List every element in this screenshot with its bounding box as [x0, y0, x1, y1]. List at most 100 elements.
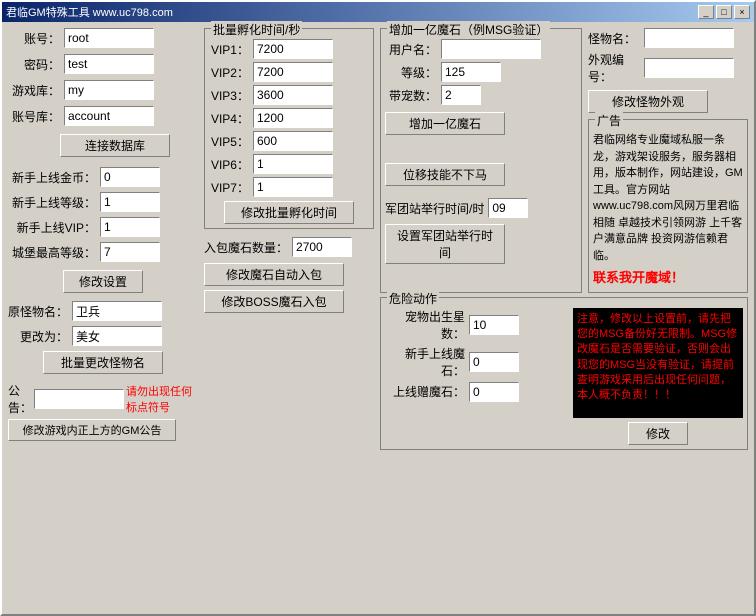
- batch-change-monster-button[interactable]: 批量更改怪物名: [43, 351, 163, 374]
- newplayer-magic-input[interactable]: [469, 352, 519, 372]
- vip5-row: VIP5：: [209, 131, 369, 151]
- right-side: 怪物名： 外观编号： 修改怪物外观 广告 君临网络专业魔域私服一条龙，游戏架设服…: [588, 28, 748, 293]
- window-controls: _ □ ×: [698, 5, 750, 19]
- change-to-row: 更改为：: [8, 326, 198, 346]
- online-gift-row: 上线赠魔石：: [385, 382, 567, 402]
- newplayer-vip-label: 新手上线VIP：: [8, 219, 96, 236]
- warning-box: 注意，修改以上设置前，请先把您的MSG备份好无限制。MSG修改魔石是否需要验证，…: [573, 308, 743, 418]
- modify-settings-button[interactable]: 修改设置: [63, 270, 143, 293]
- password-row: 密码：: [8, 54, 198, 74]
- accountdb-row: 账号库：: [8, 106, 198, 126]
- account-label: 账号：: [8, 30, 60, 47]
- vip2-input[interactable]: [253, 62, 333, 82]
- pet-count-row: 带宠数：: [385, 85, 577, 105]
- announcement-section: 公告： 请勿出现任何标点符号 修改游戏内正上方的GM公告: [8, 382, 198, 441]
- online-gift-input[interactable]: [469, 382, 519, 402]
- modify-announcement-button[interactable]: 修改游戏内正上方的GM公告: [8, 419, 176, 441]
- danger-box: 危险动作 宠物出生星数： 新手上线魔石： 上线赠魔石：: [380, 297, 748, 450]
- modify-magic-auto-button[interactable]: 修改魔石自动入包: [204, 263, 344, 286]
- left-column: 账号： 密码： 游戏库： 账号库： 连接数据库 新手上线金币：: [8, 28, 198, 608]
- vip4-row: VIP4：: [209, 108, 369, 128]
- level-label: 等级：: [385, 64, 437, 81]
- vip6-input[interactable]: [253, 154, 333, 174]
- vip1-label: VIP1：: [209, 41, 249, 58]
- external-code-row: 外观编号：: [588, 51, 748, 85]
- gamedb-input[interactable]: [64, 80, 154, 100]
- newplayer-magic-label: 新手上线魔石：: [385, 345, 465, 379]
- newplayer-vip-input[interactable]: [100, 217, 160, 237]
- danger-title: 危险动作: [387, 290, 439, 307]
- window-title: 君临GM特殊工具 www.uc798.com: [6, 4, 173, 20]
- pet-star-label: 宠物出生星数：: [385, 308, 465, 342]
- army-input[interactable]: [488, 198, 528, 218]
- pet-count-label: 带宠数：: [385, 87, 437, 104]
- vip2-label: VIP2：: [209, 64, 249, 81]
- level-input[interactable]: [441, 62, 501, 82]
- monster-name-section: 怪物名： 外观编号： 修改怪物外观: [588, 28, 748, 115]
- add-magic-button[interactable]: 增加一亿魔石: [385, 112, 505, 135]
- modify-appearance-button[interactable]: 修改怪物外观: [588, 90, 708, 113]
- castle-max-label: 城堡最高等级：: [8, 244, 96, 261]
- vip4-input[interactable]: [253, 108, 333, 128]
- username-input[interactable]: [441, 39, 541, 59]
- top-right: 增加一亿魔石（例MSG验证） 用户名： 等级： 带宠数： 增加一亿魔石: [380, 28, 748, 293]
- username-row: 用户名：: [385, 39, 577, 59]
- title-bar: 君临GM特殊工具 www.uc798.com _ □ ×: [2, 2, 754, 22]
- original-monster-input[interactable]: [72, 301, 162, 321]
- connect-button[interactable]: 连接数据库: [60, 134, 170, 157]
- vip3-label: VIP3：: [209, 87, 249, 104]
- vip1-input[interactable]: [253, 39, 333, 59]
- monster-section: 原怪物名： 更改为： 批量更改怪物名: [8, 301, 198, 374]
- batch-hatch-box: 批量孵化时间/秒 VIP1： VIP2： VIP3： VIP4：: [204, 28, 374, 229]
- castle-max-input[interactable]: [100, 242, 160, 262]
- vip3-input[interactable]: [253, 85, 333, 105]
- magic-stone-box: 增加一亿魔石（例MSG验证） 用户名： 等级： 带宠数： 增加一亿魔石: [380, 28, 582, 293]
- vip5-input[interactable]: [253, 131, 333, 151]
- set-army-button[interactable]: 设置军团站举行时间: [385, 224, 505, 264]
- main-content: 账号： 密码： 游戏库： 账号库： 连接数据库 新手上线金币：: [2, 22, 754, 614]
- minimize-button[interactable]: _: [698, 5, 714, 19]
- modify-boss-magic-button[interactable]: 修改BOSS魔石入包: [204, 290, 344, 313]
- account-input[interactable]: [64, 28, 154, 48]
- monster-name-row: 怪物名：: [588, 28, 748, 48]
- vip7-input[interactable]: [253, 177, 333, 197]
- online-gift-label: 上线赠魔石：: [385, 383, 465, 400]
- newplayer-gold-input[interactable]: [100, 167, 160, 187]
- newplayer-level-label: 新手上线等级：: [8, 194, 96, 211]
- army-time-row: 军团站举行时间/时: [385, 198, 577, 218]
- change-to-label: 更改为：: [8, 328, 68, 345]
- newplayer-level-row: 新手上线等级：: [8, 192, 198, 212]
- password-input[interactable]: [64, 54, 154, 74]
- newplayer-level-input[interactable]: [100, 192, 160, 212]
- close-button[interactable]: ×: [734, 5, 750, 19]
- vip7-row: VIP7：: [209, 177, 369, 197]
- army-label: 军团站举行时间/时: [385, 200, 484, 217]
- move-skill-button[interactable]: 位移技能不下马: [385, 163, 505, 186]
- external-code-label: 外观编号：: [588, 51, 640, 85]
- pet-star-row: 宠物出生星数：: [385, 308, 567, 342]
- danger-modify-button[interactable]: 修改: [628, 422, 688, 445]
- main-window: 君临GM特殊工具 www.uc798.com _ □ × 账号： 密码： 游戏库…: [0, 0, 756, 616]
- newplayer-vip-row: 新手上线VIP：: [8, 217, 198, 237]
- gamedb-label: 游戏库：: [8, 82, 60, 99]
- maximize-button[interactable]: □: [716, 5, 732, 19]
- username-label: 用户名：: [385, 41, 437, 58]
- warning-text: 注意，修改以上设置前，请先把您的MSG备份好无限制。MSG修改魔石是否需要验证，…: [577, 313, 737, 402]
- pet-star-input[interactable]: [469, 315, 519, 335]
- change-to-input[interactable]: [72, 326, 162, 346]
- accountdb-input[interactable]: [64, 106, 154, 126]
- modify-batch-hatch-button[interactable]: 修改批量孵化时间: [224, 201, 354, 224]
- announcement-warning: 请勿出现任何标点符号: [126, 383, 198, 415]
- newplayer-gold-row: 新手上线金币：: [8, 167, 198, 187]
- external-code-input[interactable]: [644, 58, 734, 78]
- announcement-input[interactable]: [34, 389, 124, 409]
- accountdb-label: 账号库：: [8, 108, 60, 125]
- original-monster-label: 原怪物名：: [8, 303, 68, 320]
- entry-magic-input[interactable]: [292, 237, 352, 257]
- pet-count-input[interactable]: [441, 85, 481, 105]
- monster-name-label: 怪物名：: [588, 30, 640, 47]
- vip6-label: VIP6：: [209, 156, 249, 173]
- announcement-label: 公告：: [8, 382, 32, 416]
- castle-max-row: 城堡最高等级：: [8, 242, 198, 262]
- monster-name-input[interactable]: [644, 28, 734, 48]
